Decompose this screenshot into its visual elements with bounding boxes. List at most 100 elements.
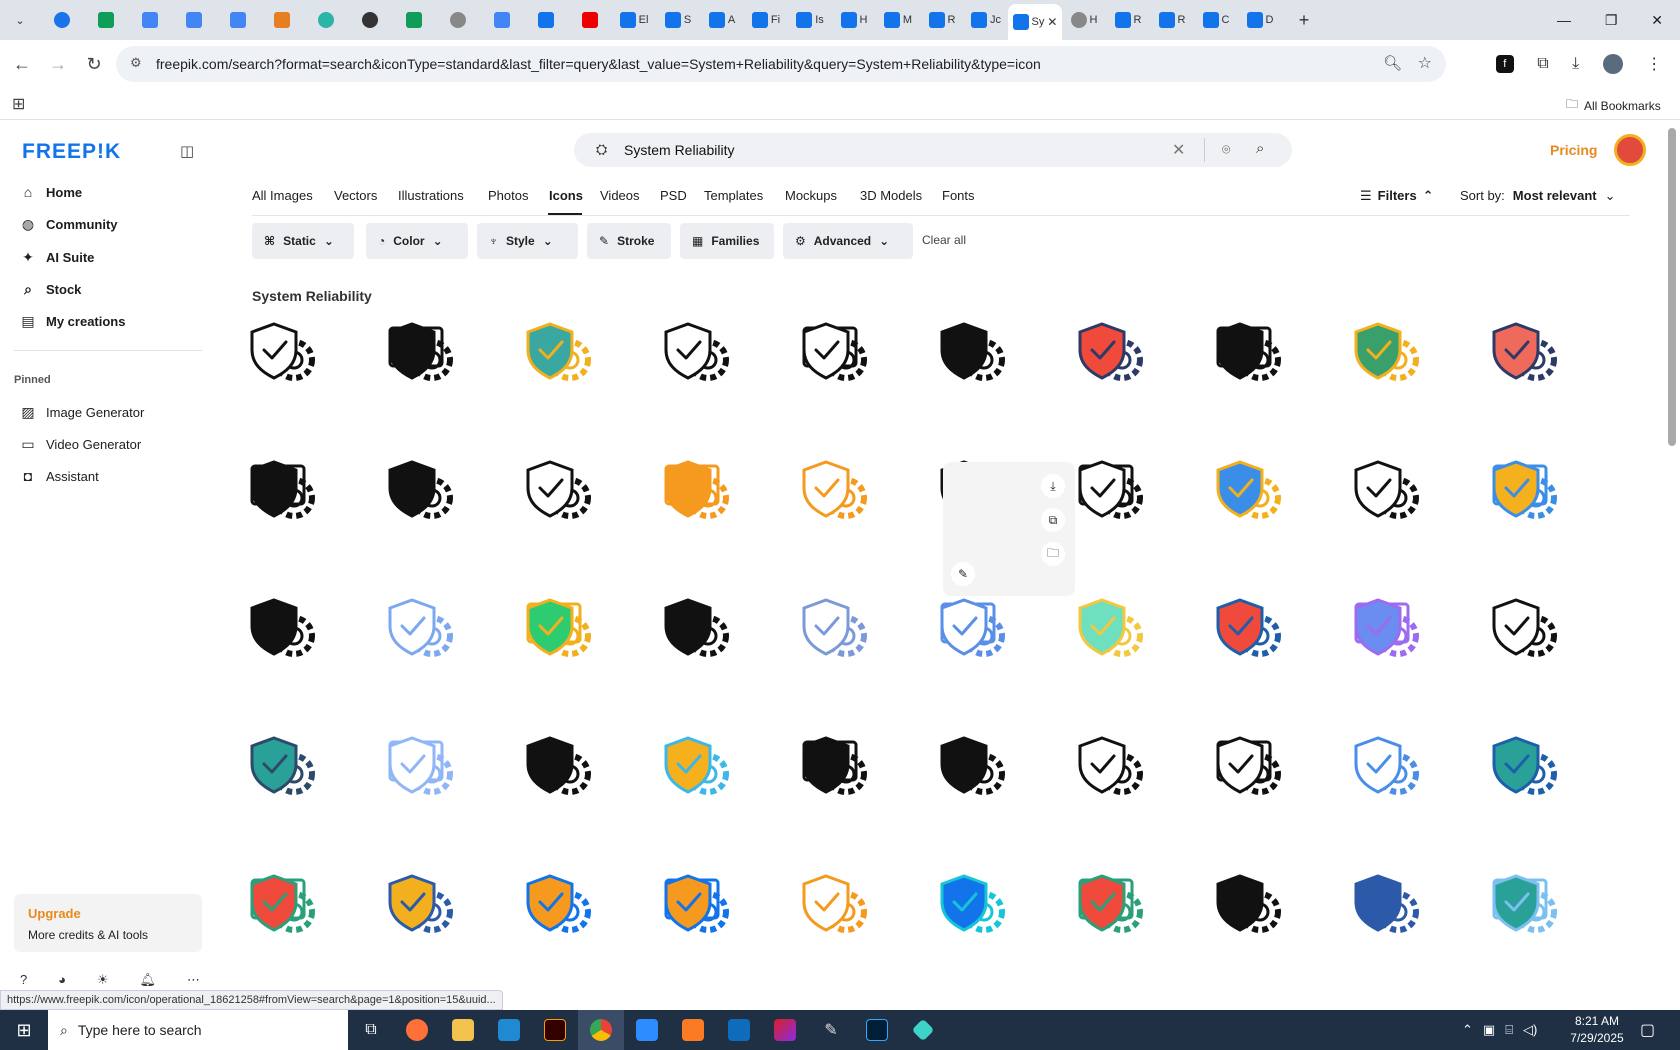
tab-pinned-7[interactable] (304, 4, 348, 36)
taskbar-explorer[interactable] (440, 1010, 486, 1050)
filters-toggle[interactable]: ☰ Filters ⌃ (1360, 188, 1434, 204)
result-icon-5-5[interactable] (796, 866, 872, 942)
tab-search-button[interactable]: ⌄ (0, 4, 40, 36)
result-icon-2-8[interactable] (1210, 452, 1286, 528)
notifications-icon[interactable]: ▢ (1640, 1020, 1655, 1040)
start-button[interactable]: ⊞ (0, 1010, 48, 1050)
star-icon[interactable]: ☆ (1418, 53, 1432, 73)
tab-12[interactable]: R (1106, 4, 1150, 36)
tab-pinned-10[interactable] (436, 4, 480, 36)
result-icon-1-7[interactable] (1072, 314, 1148, 390)
result-icon-4-8[interactable] (1210, 728, 1286, 804)
result-icon-1-3[interactable] (520, 314, 596, 390)
task-view-button[interactable]: ⧉ (348, 1010, 394, 1050)
result-icon-4-4[interactable] (658, 728, 734, 804)
tab-pinned-6[interactable] (260, 4, 304, 36)
result-icon-5-7[interactable] (1072, 866, 1148, 942)
filter-advanced[interactable]: ⚙ Advanced ⌄ (783, 223, 913, 259)
result-icon-4-3[interactable] (520, 728, 596, 804)
result-icon-4-9[interactable] (1348, 728, 1424, 804)
tab-pinned-8[interactable] (348, 4, 392, 36)
tab-vectors[interactable]: Vectors (334, 188, 377, 203)
clock[interactable]: 8:21 AM 7/29/2025 (1562, 1013, 1632, 1047)
result-icon-2-2[interactable] (382, 452, 458, 528)
tab-6[interactable]: H (832, 4, 876, 36)
result-icon-1-4[interactable] (658, 314, 734, 390)
tab-pinned-3[interactable] (128, 4, 172, 36)
result-icon-1-6[interactable] (934, 314, 1010, 390)
page-scrollbar[interactable] (1668, 128, 1676, 446)
filter-style[interactable]: ♆ Style ⌄ (477, 223, 578, 259)
taskbar-illustrator[interactable] (532, 1010, 578, 1050)
result-icon-5-4[interactable] (658, 866, 734, 942)
sidebar-item-ai-suite[interactable]: ✦ AI Suite (20, 245, 94, 269)
network-icon[interactable]: ⌸ (1505, 1022, 1513, 1038)
puzzle-icon[interactable]: ⧉ (1537, 55, 1548, 73)
theme-icon[interactable]: ☀ (97, 972, 109, 988)
tab-pinned-2[interactable] (84, 4, 128, 36)
site-info-icon[interactable]: ⚙ (130, 55, 142, 71)
tab-pinned-1[interactable] (40, 4, 84, 36)
result-icon-4-5[interactable] (796, 728, 872, 804)
collapse-sidebar-icon[interactable]: ◫ (180, 142, 194, 160)
clear-all-link[interactable]: Clear all (922, 233, 966, 247)
freepik-logo[interactable]: FREEP!K (22, 140, 121, 164)
taskbar-xampp[interactable] (670, 1010, 716, 1050)
tab-mockups[interactable]: Mockups (785, 188, 837, 203)
search-icon[interactable]: ⌕ (1256, 140, 1264, 157)
result-icon-3-8[interactable] (1210, 590, 1286, 666)
result-icon-4-1[interactable] (244, 728, 320, 804)
tab-pinned-9[interactable] (392, 4, 436, 36)
search-type-icon[interactable]: ⛭ (596, 141, 607, 158)
download-icon[interactable]: ⤓ (1572, 55, 1579, 73)
result-icon-3-9[interactable] (1348, 590, 1424, 666)
reload-button[interactable]: ↻ (76, 46, 112, 82)
sidebar-item-community[interactable]: ◍ Community (20, 212, 118, 236)
tab-3d-models[interactable]: 3D Models (860, 188, 922, 203)
kebab-menu-icon[interactable]: ⋮ (1646, 54, 1662, 74)
restore-icon[interactable]: ❐ (1605, 12, 1618, 29)
result-icon-2-1[interactable] (244, 452, 320, 528)
sidebar-item-stock[interactable]: ⌕ Stock (20, 277, 81, 301)
user-avatar[interactable] (1614, 134, 1646, 166)
tab-psd[interactable]: PSD (660, 188, 687, 203)
pricing-link[interactable]: Pricing (1550, 142, 1597, 158)
back-button[interactable]: ← (4, 46, 40, 82)
result-icon-3-10[interactable] (1486, 590, 1562, 666)
tab-3[interactable]: A (700, 4, 744, 36)
taskbar-photoshop[interactable] (854, 1010, 900, 1050)
result-icon-3-3[interactable] (520, 590, 596, 666)
camera-icon[interactable]: ⌾ (1222, 141, 1230, 158)
tab-photos[interactable]: Photos (488, 188, 528, 203)
result-icon-1-9[interactable] (1348, 314, 1424, 390)
tab-2[interactable]: S (656, 4, 700, 36)
tab-pinned-12[interactable] (524, 4, 568, 36)
taskbar-creative-cloud[interactable] (762, 1010, 808, 1050)
meet-icon[interactable]: ▣ (1483, 1022, 1495, 1038)
profile-avatar[interactable] (1602, 54, 1623, 74)
filter-stroke[interactable]: ✎ Stroke (587, 223, 671, 259)
result-icon-5-9[interactable] (1348, 866, 1424, 942)
sidebar-pinned-image-generator[interactable]: ▨ Image Generator (20, 400, 144, 424)
download-icon[interactable]: ⤓ (1041, 474, 1065, 498)
result-icon-2-5[interactable] (796, 452, 872, 528)
sort-dropdown[interactable]: Sort by: Most relevant ⌄ (1460, 188, 1616, 204)
tab-7[interactable]: M (876, 4, 920, 36)
result-icon-2-9[interactable] (1348, 452, 1424, 528)
result-icon-2-4[interactable] (658, 452, 734, 528)
tab-9[interactable]: Jc (964, 4, 1008, 36)
close-tab-icon[interactable]: ✕ (1047, 15, 1057, 29)
tab-illustrations[interactable]: Illustrations (398, 188, 464, 203)
result-icon-5-3[interactable] (520, 866, 596, 942)
result-icon-3-2[interactable] (382, 590, 458, 666)
tab-pinned-5[interactable] (216, 4, 260, 36)
tab-8[interactable]: R (920, 4, 964, 36)
taskbar-firefox[interactable] (394, 1010, 440, 1050)
hovered-icon-card[interactable]: ⤓ ⧉ 🗀 ✎ (943, 462, 1075, 596)
result-icon-2-3[interactable] (520, 452, 596, 528)
volume-icon[interactable]: ◁) (1523, 1022, 1537, 1038)
close-window-icon[interactable]: ✕ (1651, 12, 1663, 29)
result-icon-1-1[interactable] (244, 314, 320, 390)
filter-families[interactable]: ▦ Families (680, 223, 774, 259)
tab-active[interactable]: Sy ✕ (1008, 4, 1062, 40)
